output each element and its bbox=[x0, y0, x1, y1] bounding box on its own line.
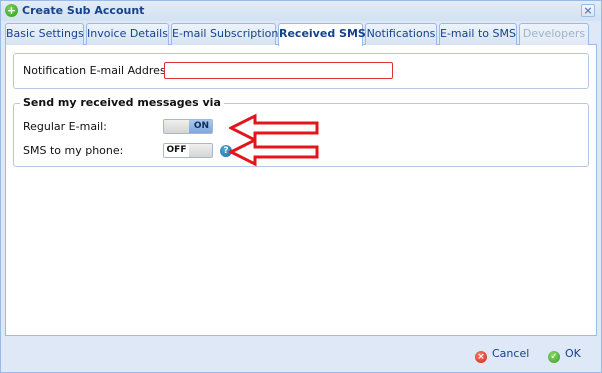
plus-icon: + bbox=[5, 4, 18, 17]
check-icon: ✓ bbox=[548, 351, 560, 363]
toggle-knob bbox=[189, 144, 212, 157]
tab-bar: Basic Settings Invoice Details E-mail Su… bbox=[5, 22, 597, 46]
received-sms-panel: Notification E-mail Address: Send my rec… bbox=[5, 45, 597, 336]
tab-notifications[interactable]: Notifications bbox=[365, 23, 437, 45]
dialog-title: Create Sub Account bbox=[22, 4, 145, 17]
ok-button[interactable]: ✓ OK bbox=[548, 344, 581, 364]
cancel-button[interactable]: × Cancel bbox=[475, 344, 529, 364]
sms-phone-label: SMS to my phone: bbox=[23, 144, 124, 157]
tab-developers: Developers bbox=[519, 23, 589, 45]
notification-email-section: Notification E-mail Address: bbox=[13, 53, 589, 89]
cancel-icon: × bbox=[475, 351, 487, 363]
dialog-titlebar[interactable]: + Create Sub Account × bbox=[1, 1, 601, 21]
regular-email-label: Regular E-mail: bbox=[23, 120, 107, 133]
tab-received-sms[interactable]: Received SMS bbox=[278, 23, 366, 46]
fieldset-legend: Send my received messages via bbox=[20, 96, 224, 109]
notification-email-field[interactable] bbox=[164, 62, 393, 79]
close-icon[interactable]: × bbox=[581, 4, 595, 17]
sms-phone-toggle[interactable]: OFF bbox=[163, 143, 213, 158]
tab-email-subscription[interactable]: E-mail Subscription bbox=[171, 23, 278, 45]
tab-basic-settings[interactable]: Basic Settings bbox=[5, 23, 84, 45]
create-sub-account-dialog: + Create Sub Account × Basic Settings In… bbox=[0, 0, 602, 373]
tab-invoice-details[interactable]: Invoice Details bbox=[86, 23, 169, 45]
notification-email-label: Notification E-mail Address: bbox=[23, 64, 176, 77]
toggle-state-label: OFF bbox=[164, 144, 189, 157]
tab-email-to-sms[interactable]: E-mail to SMS bbox=[439, 23, 517, 45]
ok-label: OK bbox=[565, 347, 581, 360]
toggle-knob bbox=[164, 120, 189, 133]
regular-email-toggle[interactable]: ON bbox=[163, 119, 213, 134]
annotation-arrow-icon bbox=[229, 137, 319, 167]
cancel-label: Cancel bbox=[492, 347, 530, 360]
toggle-state-label: ON bbox=[189, 120, 212, 133]
